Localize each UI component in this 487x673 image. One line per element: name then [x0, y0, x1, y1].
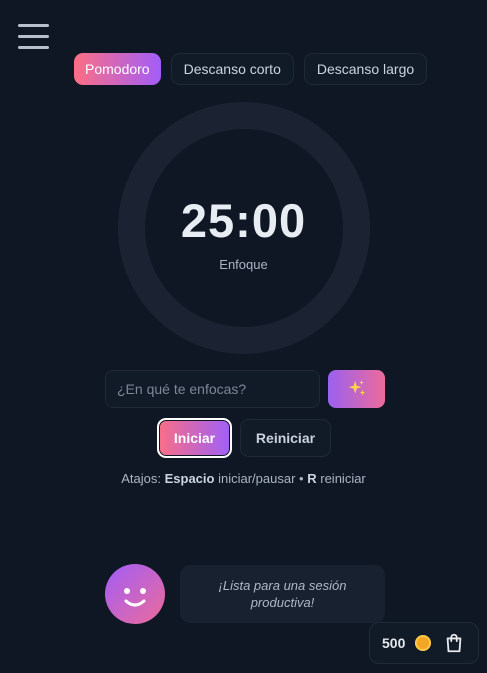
- menu-button[interactable]: [18, 24, 49, 50]
- timer-display: 25:00: [180, 194, 307, 247]
- start-button[interactable]: Iniciar: [157, 418, 232, 458]
- tab-short-break[interactable]: Descanso corto: [170, 53, 294, 85]
- tab-long-break[interactable]: Descanso largo: [303, 53, 428, 85]
- companion-message: ¡Lista para una sesión productiva!: [180, 565, 385, 623]
- menu-icon-line: [18, 46, 49, 49]
- coin-count: 500: [382, 635, 406, 651]
- shortcuts-hint: Atajos: Espacio iniciar/pausar • R reini…: [0, 471, 487, 486]
- shortcut-action-start: iniciar/pausar: [218, 471, 296, 486]
- shortcuts-prefix: Atajos:: [121, 471, 161, 486]
- sparkles-icon: [348, 380, 365, 396]
- shortcut-key-r: R: [307, 471, 317, 486]
- focus-input[interactable]: [105, 370, 320, 408]
- companion-avatar[interactable]: [105, 564, 165, 624]
- mode-tabs: Pomodoro Descanso corto Descanso largo: [74, 53, 428, 85]
- shortcut-key-space: Espacio: [164, 471, 215, 486]
- menu-icon-line: [18, 35, 49, 38]
- shopping-bag-icon[interactable]: [443, 632, 465, 654]
- tab-pomodoro[interactable]: Pomodoro: [74, 53, 161, 85]
- coin-icon: [415, 635, 432, 651]
- shortcut-action-reset: reiniciar: [320, 471, 366, 486]
- suggest-focus-button[interactable]: [328, 370, 385, 408]
- menu-icon-line: [18, 24, 49, 27]
- timer-mode-label: Enfoque: [219, 257, 268, 272]
- smiley-face-icon: [124, 588, 146, 607]
- reset-button[interactable]: Reiniciar: [240, 419, 331, 457]
- coin-wallet: 500: [369, 622, 479, 664]
- shortcut-separator: •: [299, 471, 304, 486]
